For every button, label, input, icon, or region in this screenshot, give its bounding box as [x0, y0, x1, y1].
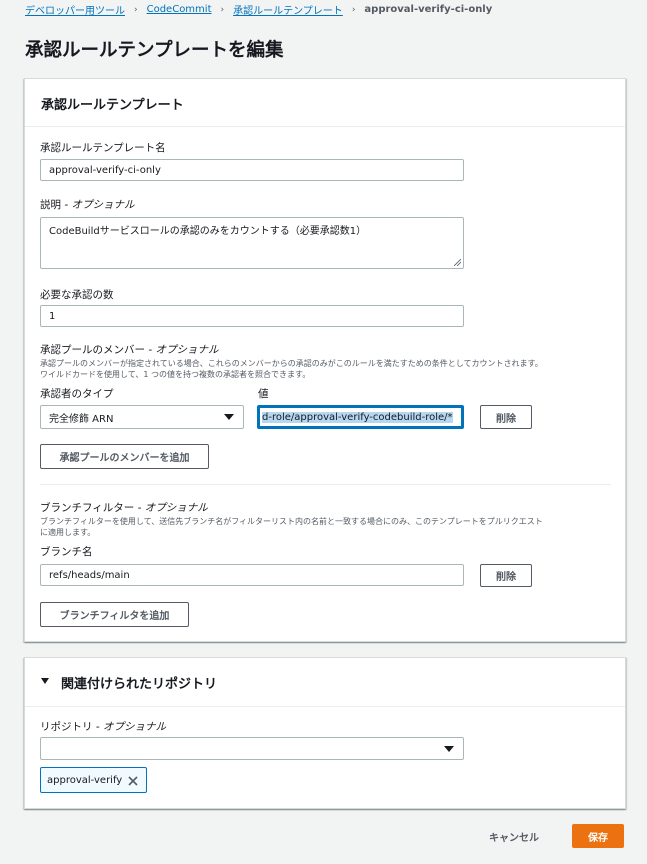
branch-name-label: ブランチ名: [40, 546, 93, 558]
description-textarea[interactable]: CodeBuildサービスロールの承認のみをカウントする（必要承認数1）: [40, 217, 464, 269]
description-label-text: 説明: [40, 199, 61, 211]
description-value: CodeBuildサービスロールの承認のみをカウントする（必要承認数1）: [49, 226, 367, 237]
branch-filter-optional-text: - オプショナル: [137, 502, 208, 514]
pool-description-line: ワイルドカードを使用して、1 つの値を持つ複数の承認者を照合できます。: [40, 370, 311, 379]
dropdown-arrow-icon: [224, 414, 234, 420]
branch-filter-label: ブランチフィルター - オプショナル: [40, 500, 208, 515]
pool-label: 承認プールのメンバー - オプショナル: [40, 342, 218, 357]
pool-description: 承認プールのメンバーが指定されている場合、これらのメンバーからの承認のみがこのル…: [40, 358, 543, 380]
breadcrumb-link-templates[interactable]: 承認ルールテンプレート: [233, 2, 343, 17]
dropdown-arrow-icon: [444, 745, 454, 752]
branch-filter-label-text: ブランチフィルター: [40, 502, 135, 514]
repository-panel-title[interactable]: 関連付けられたリポジトリ: [61, 673, 217, 692]
template-panel-header: 承認ルールテンプレート: [25, 79, 625, 127]
pool-description-line: 承認プールのメンバーが指定されている場合、これらのメンバーからの承認のみがこのル…: [40, 359, 543, 368]
repository-label-text: リポジトリ: [40, 721, 93, 733]
template-panel-title: 承認ルールテンプレート: [41, 98, 184, 113]
collapse-caret-icon[interactable]: [41, 678, 49, 684]
repository-panel-header[interactable]: 関連付けられたリポジトリ: [25, 658, 625, 707]
pool-optional-text: - オプショナル: [148, 344, 219, 356]
repository-select[interactable]: [40, 737, 464, 760]
template-name-input[interactable]: approval-verify-ci-only: [40, 159, 464, 181]
approver-value-input[interactable]: d-role/approval-verify-codebuild-role/*: [257, 405, 464, 429]
branch-filter-description: ブランチフィルターを使用して、送信先ブランチ名がフィルターリスト内の名前と一致す…: [40, 516, 543, 538]
breadcrumb-current: approval-verify-ci-only: [364, 4, 493, 15]
branch-filter-description-line: に適用します。: [40, 528, 96, 537]
approver-value-text: d-role/approval-verify-codebuild-role/*: [262, 411, 453, 423]
delete-branch-button[interactable]: 削除: [480, 564, 532, 587]
add-pool-member-button[interactable]: 承認プールのメンバーを追加: [40, 444, 209, 469]
description-label: 説明 - オプショナル: [40, 197, 134, 212]
save-button[interactable]: 保存: [572, 824, 624, 848]
branch-filter-description-line: ブランチフィルターを使用して、送信先ブランチ名がフィルターリスト内の名前と一致す…: [40, 517, 543, 526]
add-branch-filter-button[interactable]: ブランチフィルタを追加: [40, 602, 189, 627]
close-icon[interactable]: [128, 776, 138, 786]
approvals-input[interactable]: 1: [40, 305, 464, 327]
section-divider: [40, 484, 611, 485]
repository-optional-text: - オプショナル: [95, 721, 166, 733]
resize-handle-icon[interactable]: [454, 259, 461, 266]
repository-token: approval-verify: [40, 767, 147, 793]
page-title: 承認ルールテンプレートを編集: [25, 40, 284, 61]
template-name-label: 承認ルールテンプレート名: [40, 142, 166, 154]
repository-label: リポジトリ - オプショナル: [40, 719, 166, 734]
pool-label-text: 承認プールのメンバー: [40, 344, 145, 356]
approver-type-label: 承認者のタイプ: [40, 388, 114, 400]
breadcrumb: デベロッパー用ツール › CodeCommit › 承認ルールテンプレート › …: [25, 2, 492, 17]
approver-value-label: 値: [258, 388, 269, 400]
approvals-label: 必要な承認の数: [40, 289, 114, 301]
description-optional-text: - オプショナル: [64, 199, 135, 211]
approver-type-value: 完全修飾 ARN: [49, 413, 114, 425]
repository-token-label: approval-verify: [47, 774, 123, 786]
chevron-right-icon: ›: [220, 4, 225, 15]
chevron-right-icon: ›: [351, 4, 356, 15]
approver-type-select[interactable]: 完全修飾 ARN: [40, 405, 244, 429]
cancel-button[interactable]: キャンセル: [478, 824, 550, 848]
chevron-right-icon: ›: [134, 4, 138, 15]
delete-approver-button[interactable]: 削除: [480, 405, 532, 429]
breadcrumb-link-developer-tools[interactable]: デベロッパー用ツール: [25, 2, 125, 17]
breadcrumb-link-codecommit[interactable]: CodeCommit: [147, 4, 212, 15]
branch-name-input[interactable]: refs/heads/main: [40, 564, 464, 586]
